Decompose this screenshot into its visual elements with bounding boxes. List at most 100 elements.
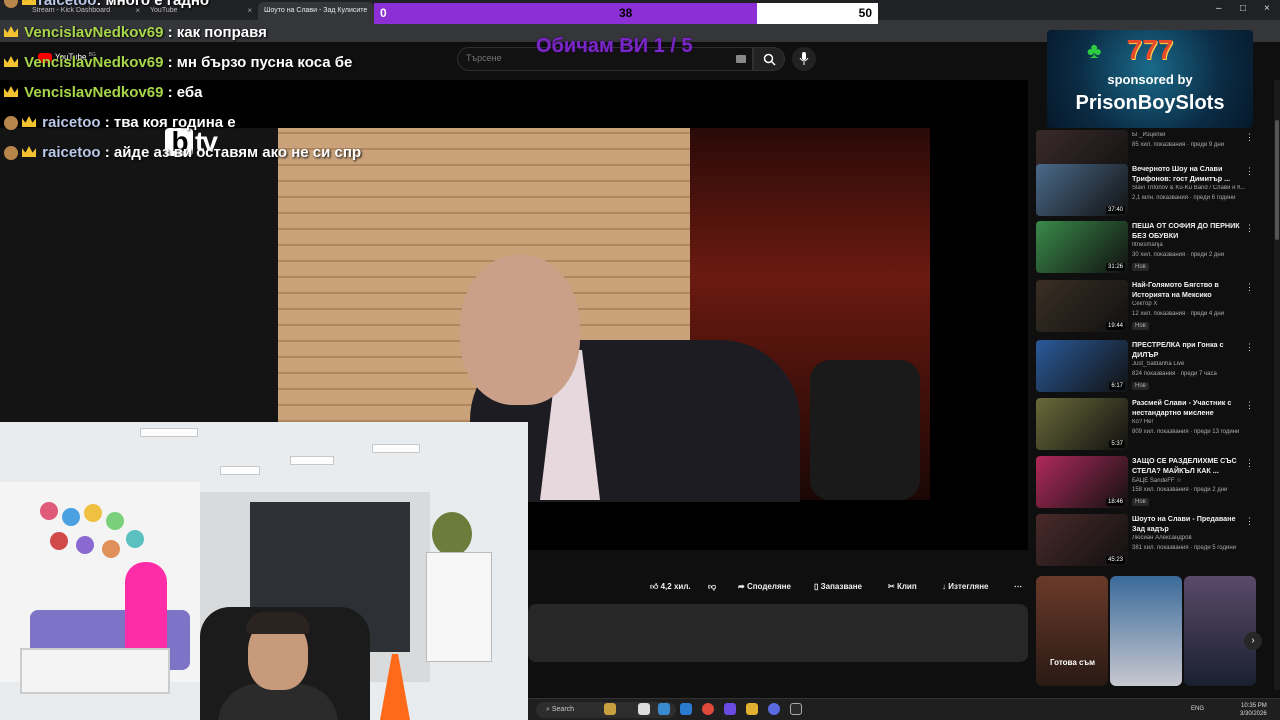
recommendation-item[interactable]: 6:17 ПРЕСТРЕЛКА при Гонка с ДИЛЪР Just_Sal… bbox=[1036, 340, 1276, 394]
clip-label: Клип bbox=[896, 582, 917, 591]
channel-name[interactable]: fitnesmanja bbox=[1132, 242, 1256, 248]
crown-icon bbox=[4, 86, 18, 97]
short-caption: Готова съм bbox=[1050, 658, 1096, 667]
like-button[interactable]: 👍︎ 4,2 хил. bbox=[644, 577, 697, 597]
download-button[interactable]: ↓ Изтегляне bbox=[936, 577, 995, 597]
description-box[interactable] bbox=[528, 604, 1028, 662]
video-title[interactable]: ЗАЩО СЕ РАЗДЕЛИХМЕ СЪС СТЕЛА? МАЙКЪЛ КАК… bbox=[1132, 456, 1250, 476]
maximize-icon[interactable]: □ bbox=[1240, 3, 1246, 14]
app-icon[interactable] bbox=[790, 703, 802, 715]
video-duration: 18:46 bbox=[1105, 498, 1125, 506]
chat-message: VencislavNedkov69 : мн бързо пусна коса … bbox=[4, 54, 352, 82]
search-button[interactable] bbox=[753, 47, 785, 71]
download-label: Изтегляне bbox=[948, 582, 989, 591]
windows-taskbar: ⌕ Search ENG 10:35 PM 3/30/2026 bbox=[528, 698, 1280, 720]
page-scrollbar[interactable] bbox=[1274, 80, 1280, 690]
share-button[interactable]: ➦ Споделяне bbox=[732, 577, 797, 597]
video-thumbnail[interactable]: 5:37 bbox=[1036, 398, 1128, 450]
scrollbar-thumb[interactable] bbox=[1275, 120, 1279, 240]
chevron-right-icon[interactable]: › bbox=[1244, 632, 1262, 650]
more-vertical-icon[interactable]: ⋮ bbox=[1245, 166, 1254, 177]
cam-plant bbox=[432, 512, 472, 556]
more-vertical-icon[interactable]: ⋮ bbox=[1245, 223, 1254, 234]
webcam-overlay bbox=[0, 422, 528, 720]
video-meta: 12 хил. показвания · преди 4 дни bbox=[1132, 311, 1225, 317]
video-scene-dark bbox=[0, 128, 278, 428]
channel-name[interactable]: БАЦЕ SandeFF ☆ bbox=[1132, 477, 1256, 484]
recommendation-item[interactable]: 19:44 Най-Голямото Бягство в Историята на… bbox=[1036, 280, 1276, 334]
dislike-button[interactable]: 👎︎ bbox=[702, 577, 723, 597]
video-title[interactable]: Вечерното Шоу на Слави Трифонов: гост Ди… bbox=[1132, 164, 1250, 184]
video-thumbnail[interactable]: 19:44 bbox=[1036, 280, 1128, 332]
channel-name[interactable]: Ко? Не! bbox=[1132, 419, 1256, 425]
video-duration: 45:23 bbox=[1105, 556, 1125, 564]
channel-name[interactable]: Just_Saldanha Live bbox=[1132, 361, 1256, 367]
edge-icon[interactable] bbox=[658, 703, 670, 715]
chat-username: raicetoo bbox=[42, 114, 101, 131]
video-meta: 381 хил. показвания · преди 5 години bbox=[1132, 545, 1237, 551]
chat-username: raicetoo bbox=[42, 144, 101, 161]
more-actions-button[interactable]: ⋯ bbox=[1008, 577, 1028, 597]
poll-left-value: 0 bbox=[380, 6, 387, 20]
voice-search-button[interactable] bbox=[792, 47, 816, 71]
video-meta: 30 хил. показвания · преди 2 дни bbox=[1132, 252, 1225, 258]
recommendation-item[interactable]: 45:23 Шоуто на Слави - Предаване Зад кадъ… bbox=[1036, 514, 1276, 568]
channel-name[interactable]: БГ_Изцепки bbox=[1132, 132, 1256, 138]
folder-icon[interactable] bbox=[746, 703, 758, 715]
video-thumbnail[interactable]: 37:40 bbox=[1036, 164, 1128, 216]
close-window-icon[interactable]: × bbox=[1264, 3, 1270, 14]
poll-max-value: 50 bbox=[858, 6, 872, 20]
chrome-icon[interactable] bbox=[702, 703, 714, 715]
video-scene-chair bbox=[810, 360, 920, 500]
video-title[interactable]: ПЕША ОТ СОФИЯ ДО ПЕРНИК БЕЗ ОБУВКИ bbox=[1132, 221, 1250, 241]
clock[interactable]: 10:35 PM 3/30/2026 bbox=[1240, 702, 1267, 718]
video-duration: 5:37 bbox=[1109, 440, 1125, 448]
more-vertical-icon[interactable]: ⋮ bbox=[1245, 342, 1254, 353]
video-title[interactable]: ПРЕСТРЕЛКА при Гонка с ДИЛЪР bbox=[1132, 340, 1250, 360]
crown-icon bbox=[22, 116, 36, 127]
recommendation-item[interactable]: 5:37 Разсмей Слави - Участник с нестандар… bbox=[1036, 398, 1276, 452]
tab-label: Шоуто на Слави - Зад Кулисите bbox=[264, 7, 368, 14]
save-button[interactable]: ▯ Запазване bbox=[808, 577, 868, 597]
crown-icon bbox=[4, 26, 18, 37]
more-vertical-icon[interactable]: ⋮ bbox=[1245, 132, 1254, 143]
browser-tab-active[interactable]: Шоуто на Слави - Зад Кулисите bbox=[258, 2, 374, 20]
video-thumbnail[interactable]: 45:23 bbox=[1036, 514, 1128, 566]
obs-icon[interactable] bbox=[768, 703, 780, 715]
more-vertical-icon[interactable]: ⋮ bbox=[1245, 400, 1254, 411]
clip-button[interactable]: ✂ Клип bbox=[882, 577, 923, 597]
crown-icon bbox=[4, 56, 18, 67]
video-meta: 809 хил. показвания · преди 13 години bbox=[1132, 429, 1240, 435]
chat-message: raicetoo : тва коя година е bbox=[4, 114, 236, 142]
short-thumbnail[interactable] bbox=[1184, 576, 1256, 686]
ceiling-light bbox=[140, 428, 198, 437]
video-thumbnail[interactable]: 6:17 bbox=[1036, 340, 1128, 392]
recommendation-item[interactable]: 31:26 ПЕША ОТ СОФИЯ ДО ПЕРНИК БЕЗ ОБУВКИ f… bbox=[1036, 221, 1276, 275]
channel-name[interactable]: Slavi Trifonov & Ku-Ku Band / Слави и К.… bbox=[1132, 185, 1256, 191]
short-thumbnail[interactable] bbox=[1036, 576, 1108, 686]
video-title[interactable]: Най-Голямото Бягство в Историята на Мекс… bbox=[1132, 280, 1250, 300]
recommendation-item[interactable]: 18:46 ЗАЩО СЕ РАЗДЕЛИХМЕ СЪС СТЕЛА? МАЙКЪ… bbox=[1036, 456, 1276, 510]
recommendation-item[interactable]: 37:40 Вечерното Шоу на Слави Трифонов: го… bbox=[1036, 164, 1276, 218]
more-vertical-icon[interactable]: ⋮ bbox=[1245, 458, 1254, 469]
store-icon[interactable] bbox=[680, 703, 692, 715]
video-thumbnail[interactable]: 18:46 bbox=[1036, 456, 1128, 508]
close-icon[interactable]: × bbox=[247, 6, 252, 15]
keyboard-icon[interactable] bbox=[736, 55, 746, 63]
video-title[interactable]: Разсмей Слави - Участник с нестандартно … bbox=[1132, 398, 1250, 418]
discord-icon[interactable] bbox=[724, 703, 736, 715]
avatar bbox=[4, 116, 18, 131]
channel-name[interactable]: Сектор X bbox=[1132, 301, 1256, 307]
video-title[interactable]: Шоуто на Слави - Предаване Зад кадър bbox=[1132, 514, 1250, 534]
weather-icon[interactable] bbox=[604, 703, 616, 715]
more-vertical-icon[interactable]: ⋮ bbox=[1245, 282, 1254, 293]
short-thumbnail[interactable] bbox=[1110, 576, 1182, 686]
task-view-icon[interactable] bbox=[638, 703, 650, 715]
chat-username: VencislavNedkov69 bbox=[24, 24, 164, 41]
video-thumbnail[interactable]: 31:26 bbox=[1036, 221, 1128, 273]
share-icon: ➦ bbox=[738, 582, 745, 591]
minimize-icon[interactable]: – bbox=[1216, 3, 1222, 14]
more-vertical-icon[interactable]: ⋮ bbox=[1245, 516, 1254, 527]
language-indicator[interactable]: ENG bbox=[1191, 706, 1204, 712]
channel-name[interactable]: Люсиан Александров bbox=[1132, 535, 1256, 541]
